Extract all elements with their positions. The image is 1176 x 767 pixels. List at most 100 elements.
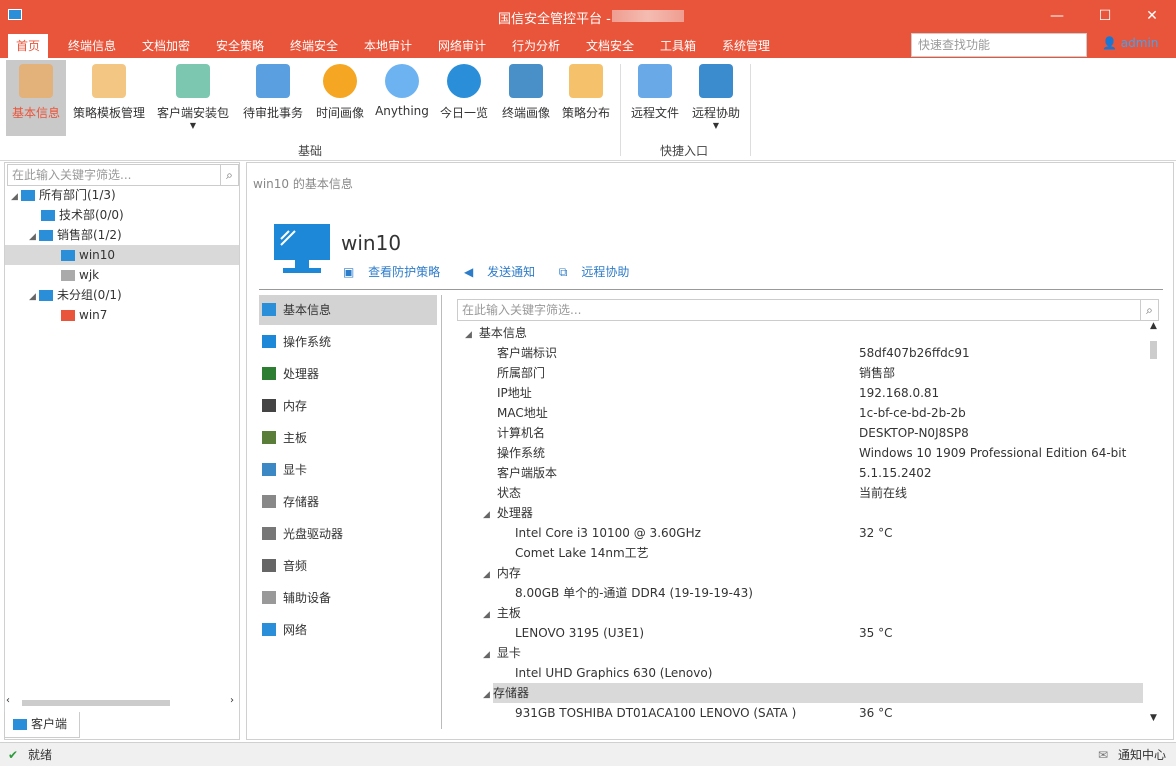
category-storage[interactable]: 存储器	[259, 487, 437, 517]
ribbon-policy-template-button[interactable]: 策略模板管理	[70, 60, 148, 136]
person-icon	[19, 64, 53, 98]
dropdown-arrow-icon: ▼	[189, 121, 197, 130]
category-cpu[interactable]: 处理器	[259, 359, 437, 389]
breadcrumb: win10 的基本信息	[253, 177, 353, 191]
ribbon-terminal-portrait-button[interactable]: 终端画像	[496, 60, 556, 136]
package-icon	[176, 64, 210, 98]
notification-center-button[interactable]: 通知中心	[1118, 743, 1166, 767]
category-gpu[interactable]: 显卡	[259, 455, 437, 485]
user-menu[interactable]: 👤 admin	[1102, 36, 1158, 50]
menu-system-admin[interactable]: 系统管理	[714, 34, 778, 58]
tree-horizontal-scrollbar[interactable]: ‹ ›	[4, 695, 236, 709]
tree-search-input[interactable]: 在此输入关键字筛选... ⌕	[7, 164, 239, 186]
org-icon	[39, 290, 53, 301]
section-motherboard[interactable]: ◢ 主板	[483, 603, 521, 623]
collapse-icon[interactable]: ◢	[11, 187, 21, 207]
divider	[259, 289, 1163, 290]
ribbon-pending-approval-button[interactable]: 待审批事务	[240, 60, 306, 136]
category-network[interactable]: 网络	[259, 615, 437, 645]
category-peripherals[interactable]: 辅助设备	[259, 583, 437, 613]
collapse-icon[interactable]: ◢	[483, 645, 493, 665]
tree-item-sales-dept[interactable]: ◢ 销售部(1/2)	[29, 225, 122, 245]
pane-separator	[441, 295, 442, 729]
collapse-icon[interactable]: ◢	[29, 287, 39, 307]
ribbon-time-portrait-button[interactable]: 时间画像	[312, 60, 368, 136]
approval-icon	[256, 64, 290, 98]
menu-local-audit[interactable]: 本地审计	[356, 34, 420, 58]
menu-network-audit[interactable]: 网络审计	[430, 34, 494, 58]
ribbon-remote-assist-button[interactable]: 远程协助 ▼	[688, 60, 744, 136]
ribbon-today-overview-button[interactable]: 今日一览	[436, 60, 492, 136]
status-bar: ✔ 就绪 ✉ 通知中心	[0, 742, 1176, 766]
mail-icon: ✉	[1098, 748, 1109, 762]
network-icon	[262, 623, 276, 636]
detail-value: DESKTOP-N0J8SP8	[859, 426, 969, 440]
category-audio[interactable]: 音频	[259, 551, 437, 581]
section-basic-info[interactable]: ◢ 基本信息	[465, 323, 527, 343]
collapse-icon[interactable]: ◢	[29, 227, 39, 247]
redacted-text	[612, 10, 684, 22]
ribbon-client-package-button[interactable]: 客户端安装包 ▼	[154, 60, 232, 136]
menu-doc-encrypt[interactable]: 文档加密	[134, 34, 198, 58]
section-storage[interactable]: 存储器	[493, 683, 1143, 703]
ribbon-anything-button[interactable]: Anything	[374, 60, 430, 136]
view-policy-link[interactable]: ▣ 查看防护策略	[343, 265, 450, 279]
section-memory[interactable]: ◢ 内存	[483, 563, 521, 583]
search-icon[interactable]: ⌕	[1140, 300, 1158, 320]
section-cpu[interactable]: ◢ 处理器	[483, 503, 533, 523]
tree-item-wjk[interactable]: wjk	[61, 265, 99, 285]
section-gpu[interactable]: ◢ 显卡	[483, 643, 521, 663]
tree-item-tech-dept[interactable]: 技术部(0/0)	[41, 205, 124, 225]
detail-search-input[interactable]: 在此输入关键字筛选... ⌕	[457, 299, 1159, 321]
main-panel: win10 的基本信息 win10 ▣ 查看防护策略 ◀ 发送通知 ⧉ 远程协助…	[246, 162, 1174, 740]
dropdown-arrow-icon: ▼	[712, 121, 720, 130]
app-icon	[8, 9, 22, 20]
detail-value: 192.168.0.81	[859, 386, 940, 400]
collapse-icon[interactable]: ◢	[483, 565, 493, 585]
menu-terminal-security[interactable]: 终端安全	[282, 34, 346, 58]
detail-key: Comet Lake 14nm工艺	[515, 546, 649, 560]
collapse-icon[interactable]: ◢	[483, 683, 493, 703]
detail-key: 状态	[497, 486, 522, 500]
tree-item-win7[interactable]: win7	[61, 305, 107, 325]
tree-item-all-departments[interactable]: ◢ 所有部门(1/3)	[11, 185, 116, 205]
detail-key: 操作系统	[497, 446, 546, 460]
minimize-icon[interactable]: —	[1044, 5, 1070, 27]
menu-toolbox[interactable]: 工具箱	[652, 34, 704, 58]
tree-item-ungrouped[interactable]: ◢ 未分组(0/1)	[29, 285, 122, 305]
category-memory[interactable]: 内存	[259, 391, 437, 421]
menu-terminal-info[interactable]: 终端信息	[60, 34, 124, 58]
category-motherboard[interactable]: 主板	[259, 423, 437, 453]
collapse-icon[interactable]: ◢	[483, 505, 493, 525]
close-icon[interactable]: ✕	[1139, 5, 1165, 27]
remote-assist-link[interactable]: ⧉ 远程协助	[559, 265, 639, 279]
tree-item-win10[interactable]: win10	[5, 245, 239, 265]
collapse-icon[interactable]: ◢	[465, 325, 475, 345]
menu-doc-security[interactable]: 文档安全	[578, 34, 642, 58]
tab-client[interactable]: 客户端	[4, 712, 80, 738]
remote-icon: ⧉	[558, 265, 568, 279]
ribbon-policy-distribution-button[interactable]: 策略分布	[558, 60, 614, 136]
maximize-icon[interactable]: ☐	[1092, 5, 1118, 27]
detail-vertical-scrollbar[interactable]: ▲ ▼	[1147, 321, 1161, 731]
ribbon-remote-file-button[interactable]: 远程文件	[626, 60, 684, 136]
org-icon	[39, 230, 53, 241]
ribbon-basic-info-button[interactable]: 基本信息	[6, 60, 66, 136]
search-icon[interactable]: ⌕	[220, 165, 238, 185]
eye-icon	[447, 64, 481, 98]
detail-value: 32 °C	[859, 526, 893, 540]
category-basic-info[interactable]: 基本信息	[259, 295, 437, 325]
collapse-icon[interactable]: ◢	[483, 605, 493, 625]
motherboard-icon	[262, 431, 276, 444]
optical-drive-icon	[262, 527, 276, 540]
detail-key: LENOVO 3195 (U3E1)	[515, 626, 645, 640]
category-optical-drive[interactable]: 光盘驱动器	[259, 519, 437, 549]
menu-home[interactable]: 首页	[8, 34, 49, 58]
category-os[interactable]: 操作系统	[259, 327, 437, 357]
menu-behavior-analysis[interactable]: 行为分析	[504, 34, 568, 58]
send-notice-link[interactable]: ◀ 发送通知	[464, 265, 545, 279]
quick-search-input[interactable]: 快速查找功能	[911, 33, 1087, 57]
menu-security-policy[interactable]: 安全策略	[208, 34, 272, 58]
checkmark-icon: ✔	[8, 748, 19, 762]
ribbon-group-basic: 基础	[298, 144, 323, 158]
